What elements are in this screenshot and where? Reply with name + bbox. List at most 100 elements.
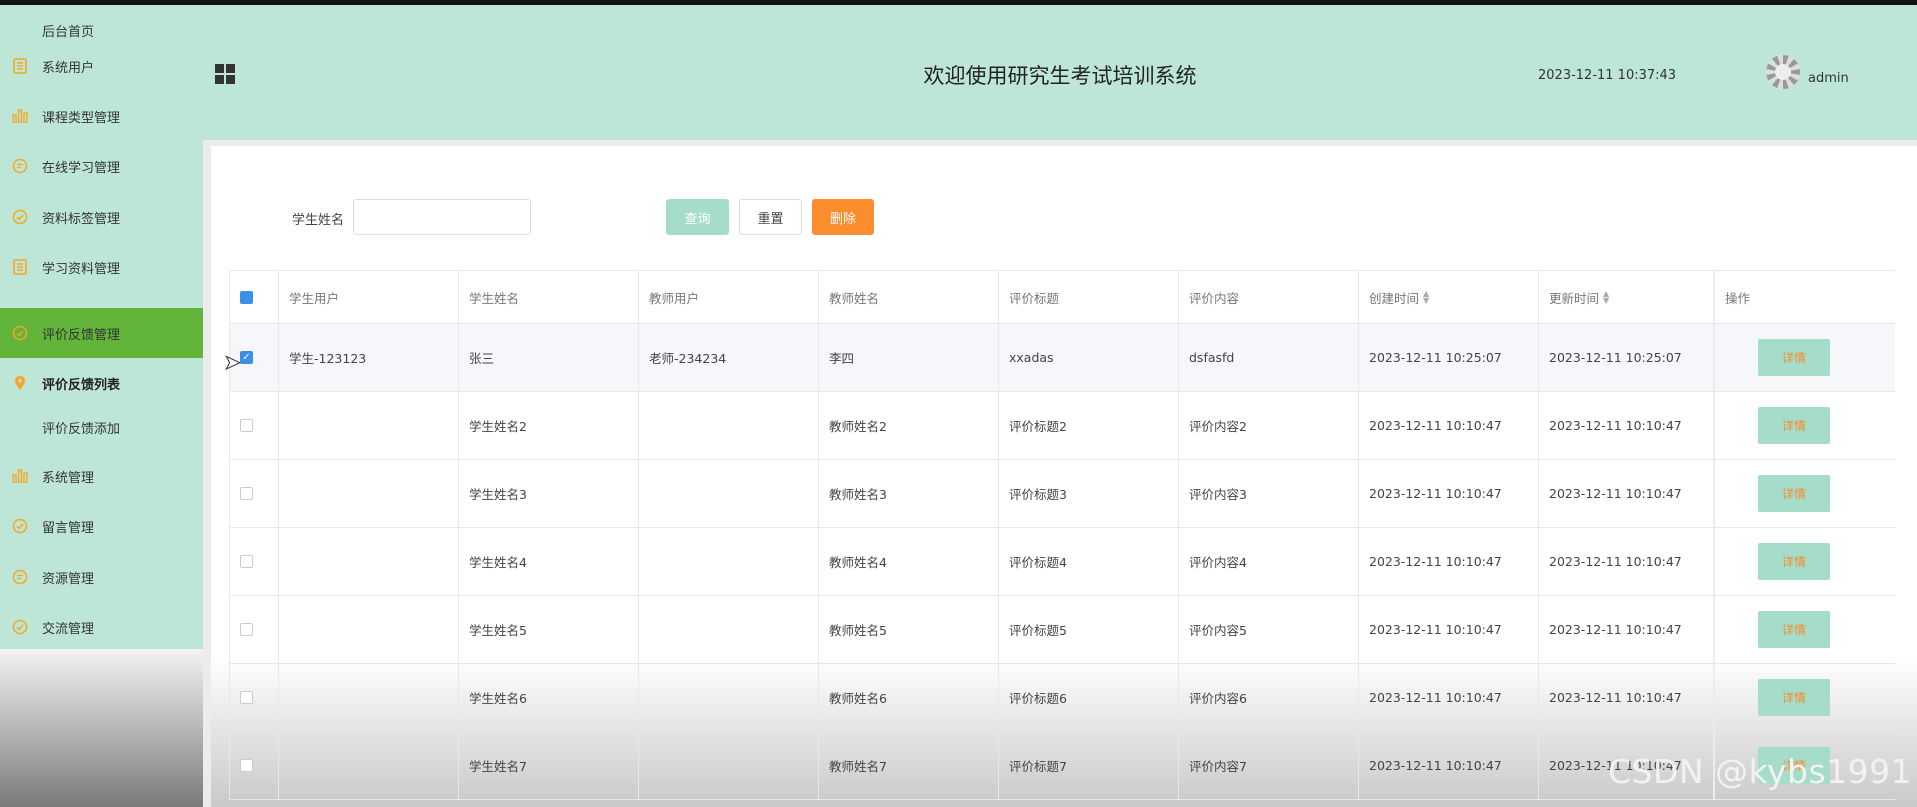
table-cell: xxadas — [998, 324, 1178, 391]
sidebar-footer — [0, 649, 203, 807]
sidebar-item-label: 后台首页 — [42, 24, 95, 40]
table-cell: 评价内容3 — [1178, 460, 1358, 527]
sidebar-item-study-materials[interactable]: 学习资料管理 — [0, 242, 203, 292]
sidebar-item-label: 系统管理 — [42, 470, 95, 486]
table-cell: 教师姓名6 — [818, 664, 998, 731]
table-cell: 张三 — [458, 324, 638, 391]
table-row[interactable]: 学生姓名5 教师姓名5 评价标题5 评价内容5 2023-12-11 10:10:47 2… — [229, 596, 1895, 664]
sidebar-item-label: 评价反馈列表 — [42, 377, 121, 393]
location-pin-icon — [12, 375, 28, 391]
detail-button[interactable]: 详情 — [1758, 407, 1830, 444]
col-updated[interactable]: 更新时间 ▲ ▼ — [1538, 271, 1713, 323]
sidebar-item-resources[interactable]: 资源管理 — [0, 552, 203, 602]
row-checkbox-cell[interactable] — [229, 460, 278, 527]
detail-button[interactable]: 详情 — [1758, 339, 1830, 376]
sidebar-item-exchange[interactable]: 交流管理 — [0, 602, 203, 652]
row-checkbox[interactable] — [240, 555, 253, 568]
row-checkbox-cell[interactable] — [229, 392, 278, 459]
query-button[interactable]: 查询 — [666, 199, 729, 235]
table-header: 学生用户 学生姓名 教师用户 教师姓名 评价标题 评价内容 创建时间 ▲ ▼ 更新时… — [229, 270, 1895, 324]
detail-button[interactable]: 详情 — [1758, 543, 1830, 580]
table-cell: 学生姓名5 — [458, 596, 638, 663]
table-cell: 2023-12-11 10:10:47 — [1358, 392, 1538, 459]
sidebar-item-feedback-list[interactable]: 评价反馈列表 — [0, 358, 203, 408]
bar-chart-icon — [12, 108, 28, 124]
row-checkbox-cell[interactable] — [229, 528, 278, 595]
delete-button[interactable]: 删除 — [812, 199, 874, 235]
table-cell: 教师姓名3 — [818, 460, 998, 527]
table-cell — [278, 392, 458, 459]
sidebar-item-material-tags[interactable]: 资料标签管理 — [0, 192, 203, 242]
student-name-input[interactable] — [353, 199, 531, 235]
select-all-checkbox[interactable] — [240, 290, 253, 304]
actions-cell: 详情 — [1713, 460, 1895, 527]
col-updated-label: 更新时间 — [1549, 290, 1600, 306]
row-checkbox[interactable] — [240, 487, 253, 500]
row-checkbox[interactable] — [240, 759, 253, 772]
table-cell: 评价标题2 — [998, 392, 1178, 459]
sidebar-item-label: 课程类型管理 — [42, 110, 121, 126]
table-cell: 学生-123123 — [278, 324, 458, 391]
sidebar-item-label: 评价反馈添加 — [42, 421, 121, 437]
sort-icon[interactable]: ▲ ▼ — [1423, 290, 1429, 305]
sidebar: 后台首页 系统用户 课程类型管理 在线学习管理 资料标签管理 学习资料管理 评价… — [0, 5, 203, 649]
sidebar-item-system-users[interactable]: 系统用户 — [0, 41, 203, 91]
table-cell — [278, 664, 458, 731]
table-row[interactable]: ✓ 学生-123123 张三 老师-234234 李四 xxadas dsfasfd 2023… — [229, 324, 1895, 392]
table-row[interactable]: 学生姓名3 教师姓名3 评价标题3 评价内容3 2023-12-11 10:10:47 2… — [229, 460, 1895, 528]
sidebar-item-label: 留言管理 — [42, 520, 95, 536]
row-checkbox-cell[interactable] — [229, 664, 278, 731]
table-cell: 教师姓名7 — [818, 732, 998, 799]
sort-icon[interactable]: ▲ ▼ — [1603, 290, 1609, 305]
check-circle-icon — [12, 619, 28, 635]
table-cell: 教师姓名2 — [818, 392, 998, 459]
row-checkbox[interactable]: ✓ — [240, 351, 253, 364]
table-cell: 评价内容4 — [1178, 528, 1358, 595]
header: 欢迎使用研究生考试培训系统 2023-12-11 10:37:43 admin — [203, 5, 1917, 140]
col-created[interactable]: 创建时间 ▲ ▼ — [1358, 271, 1538, 323]
table-cell — [638, 596, 818, 663]
table-cell: 学生姓名4 — [458, 528, 638, 595]
table-cell: 李四 — [818, 324, 998, 391]
row-checkbox[interactable] — [240, 623, 253, 636]
table-cell: 2023-12-11 10:25:07 — [1538, 324, 1713, 391]
sidebar-item-messages[interactable]: 留言管理 — [0, 501, 203, 551]
sidebar-item-course-type[interactable]: 课程类型管理 — [0, 91, 203, 141]
table-cell: dsfasfd — [1178, 324, 1358, 391]
detail-button[interactable]: 详情 — [1758, 475, 1830, 512]
sidebar-item-online-study[interactable]: 在线学习管理 — [0, 141, 203, 191]
table-cell: 评价标题3 — [998, 460, 1178, 527]
table-row[interactable]: 学生姓名6 教师姓名6 评价标题6 评价内容6 2023-12-11 10:10:47 2… — [229, 664, 1895, 732]
select-all-checkbox-cell[interactable] — [229, 271, 278, 323]
document-icon — [12, 259, 28, 275]
table-cell: 教师姓名4 — [818, 528, 998, 595]
row-checkbox-cell[interactable] — [229, 596, 278, 663]
reset-button[interactable]: 重置 — [739, 199, 802, 235]
avatar[interactable] — [1766, 55, 1800, 89]
table-cell: 评价内容6 — [1178, 664, 1358, 731]
table-cell: 评价内容2 — [1178, 392, 1358, 459]
table-cell: 学生姓名2 — [458, 392, 638, 459]
sidebar-item-label: 在线学习管理 — [42, 160, 121, 176]
sidebar-item-label: 交流管理 — [42, 621, 95, 637]
table-cell: 学生姓名3 — [458, 460, 638, 527]
actions-cell: 详情 — [1713, 528, 1895, 595]
row-checkbox-cell[interactable] — [229, 732, 278, 799]
table-row[interactable]: 学生姓名2 教师姓名2 评价标题2 评价内容2 2023-12-11 10:10:47 2… — [229, 392, 1895, 460]
table-cell: 老师-234234 — [638, 324, 818, 391]
sidebar-item-feedback-add[interactable]: 评价反馈添加 — [0, 402, 203, 452]
table-cell: 学生姓名7 — [458, 732, 638, 799]
username[interactable]: admin — [1808, 71, 1849, 86]
table-cell: 教师姓名5 — [818, 596, 998, 663]
mouse-cursor: ➤ — [224, 350, 242, 375]
sidebar-item-system-manage[interactable]: 系统管理 — [0, 451, 203, 501]
table-row[interactable]: 学生姓名4 教师姓名4 评价标题4 评价内容4 2023-12-11 10:10:47 2… — [229, 528, 1895, 596]
row-checkbox[interactable] — [240, 419, 253, 432]
row-checkbox[interactable] — [240, 691, 253, 704]
detail-button[interactable]: 详情 — [1758, 679, 1830, 716]
table-cell — [278, 460, 458, 527]
table-cell: 2023-12-11 10:10:47 — [1538, 528, 1713, 595]
detail-button[interactable]: 详情 — [1758, 611, 1830, 648]
sidebar-item-feedback[interactable]: 评价反馈管理 — [0, 308, 203, 358]
table-cell: 2023-12-11 10:25:07 — [1358, 324, 1538, 391]
